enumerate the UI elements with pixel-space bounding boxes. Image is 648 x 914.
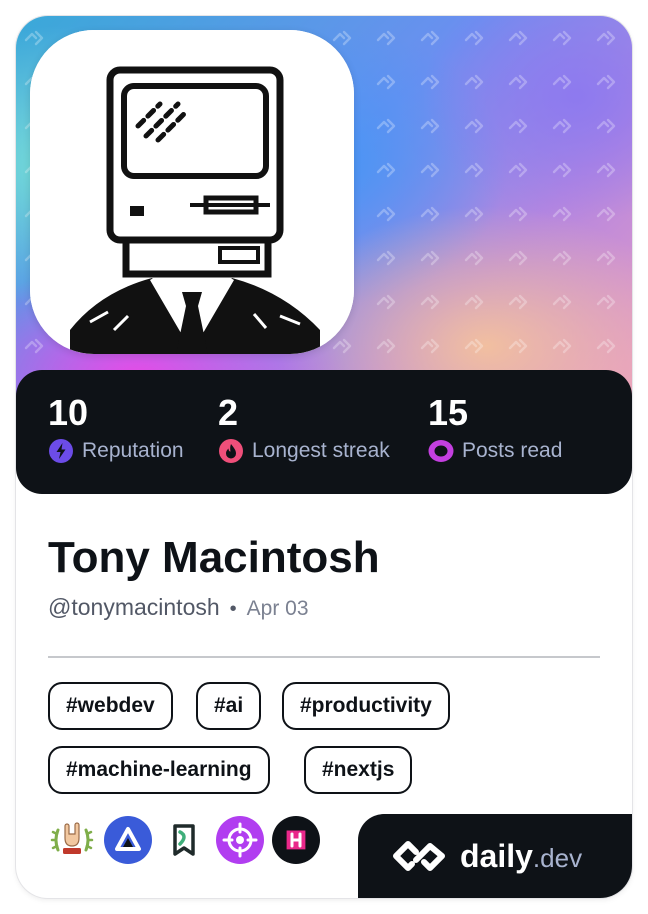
divider [48,656,600,658]
avatar [30,30,354,354]
brand-suffix: .dev [532,842,583,873]
posts-read-label: Posts read [462,439,563,462]
devcard: 10 Reputation 2 Longest streak 15 Posts … [16,16,632,898]
profile-handle: @tonymacintosh [48,594,220,620]
tag-ai[interactable]: #ai [196,682,262,730]
tag-webdev[interactable]: #webdev [48,682,173,730]
reputation-label: Reputation [82,439,184,462]
lightning-icon [49,439,73,463]
badge-list [48,816,328,864]
rock-on-award-icon [48,816,96,864]
tag-productivity[interactable]: #productivity [282,682,450,730]
posts-read-value: 15 [428,392,469,433]
brand-wordmark: daily.dev [460,838,582,875]
streak-label: Longest streak [252,439,390,462]
hashnode-icon [272,816,320,864]
streak-value: 2 [218,392,239,433]
joined-date: Apr 03 [246,597,309,620]
stat-posts-read: 15 Posts read [428,392,562,464]
triangle-app-icon [104,816,152,864]
reputation-value: 10 [48,392,89,433]
stat-longest-streak: 2 Longest streak [218,392,390,464]
dailydev-branding: daily.dev [358,814,632,898]
separator-dot: • [229,598,237,620]
eye-icon [428,440,454,462]
handle-row: @tonymacintosh • Apr 03 [48,594,309,621]
flame-icon [219,439,243,463]
tag-machine-learning[interactable]: #machine-learning [48,746,270,794]
retro-computer-head-illustration [30,30,354,354]
bookmark-app-icon [160,816,208,864]
dailydev-logo-icon [393,841,445,871]
stat-reputation: 10 Reputation [48,392,184,464]
profile-name: Tony Macintosh [48,533,380,582]
stats-panel: 10 Reputation 2 Longest streak 15 Posts … [16,370,632,494]
brand-name: daily [460,837,533,874]
target-icon [216,816,264,864]
tag-nextjs[interactable]: #nextjs [304,746,413,794]
